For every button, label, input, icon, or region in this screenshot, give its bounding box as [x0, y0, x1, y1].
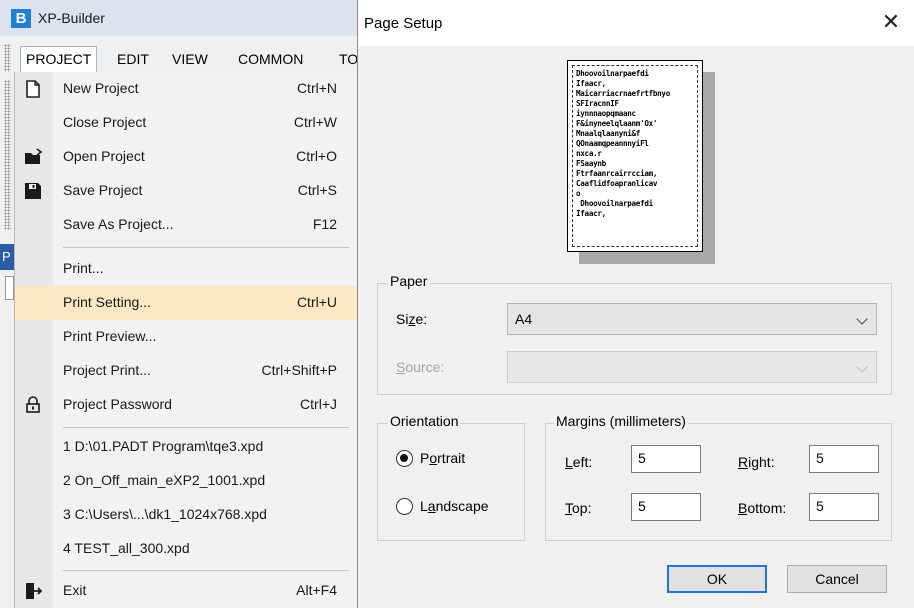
paper-group-label: Paper [388, 273, 430, 289]
orientation-group [377, 423, 525, 541]
menu-item-label: Project Print... [63, 362, 151, 378]
app-title: XP-Builder [38, 10, 105, 26]
dialog-title: Page Setup [364, 15, 443, 32]
menu-item-open-project[interactable]: Open Project Ctrl+O [15, 140, 357, 174]
menu-project[interactable]: PROJECT [20, 46, 98, 74]
menu-item-label: Open Project [63, 148, 145, 164]
paper-source-select[interactable] [507, 351, 877, 383]
top-margin-input[interactable]: 5 [631, 493, 701, 521]
open-folder-icon [25, 148, 43, 164]
menu-item-label: 2 On_Off_main_eXP2_1001.xpd [63, 472, 266, 488]
paper-size-value: A4 [515, 311, 533, 327]
menu-tools[interactable]: TO [337, 47, 357, 71]
menu-item-label: New Project [63, 80, 139, 96]
page-preview-sheet: Dhoovoilnarpaefdi Ifaacr, Maicarriacrnae… [567, 60, 703, 252]
menu-item-project-print[interactable]: Project Print... Ctrl+Shift+P [15, 354, 357, 388]
menu-item-label: Project Password [63, 396, 172, 412]
menu-item-label: 3 C:\Users\...\dk1_1024x768.xpd [63, 506, 267, 522]
menu-item-shortcut: Ctrl+J [300, 396, 337, 412]
menu-item-label: Exit [63, 582, 87, 598]
side-panel-tab[interactable] [5, 276, 14, 300]
paper-size-select[interactable]: A4 [507, 303, 877, 335]
source-label: Source: [396, 359, 445, 375]
xp-builder-logo-icon: B [11, 9, 31, 28]
chevron-down-icon [856, 361, 868, 373]
menu-item-save-as-project[interactable]: Save As Project... F12 [15, 208, 357, 242]
menu-item-shortcut: Ctrl+S [297, 182, 337, 198]
menu-item-label: Print Preview... [63, 328, 157, 344]
menu-item-shortcut: Alt+F4 [296, 582, 337, 598]
menu-item-print-setting[interactable]: Print Setting... Ctrl+U [15, 286, 357, 320]
dialog-titlebar: Page Setup ✕ [358, 0, 914, 46]
xp-builder-window: B XP-Builder PROJECT EDIT VIEW COMMON TO… [0, 0, 357, 608]
menu-item-recent-file-2[interactable]: 2 On_Off_main_eXP2_1001.xpd [15, 464, 357, 498]
right-margin-input[interactable]: 5 [809, 445, 879, 473]
page-setup-dialog: Page Setup ✕ Dhoovoilnarpaefdi Ifaacr, M… [357, 0, 914, 608]
menu-separator [63, 427, 349, 428]
menu-item-shortcut: Ctrl+O [296, 148, 337, 164]
exit-door-icon [26, 583, 43, 599]
cancel-button[interactable]: Cancel [787, 565, 887, 593]
left-margin-label: Left: [565, 454, 593, 470]
menu-item-project-password[interactable]: Project Password Ctrl+J [15, 388, 357, 422]
left-margin-input[interactable]: 5 [631, 445, 701, 473]
menu-item-shortcut: F12 [312, 216, 337, 232]
menu-separator [63, 570, 349, 571]
page-preview: Dhoovoilnarpaefdi Ifaacr, Maicarriacrnae… [567, 60, 715, 264]
margins-group [545, 423, 892, 541]
menu-item-exit[interactable]: Exit Alt+F4 [15, 574, 357, 608]
menu-item-save-project[interactable]: Save Project Ctrl+S [15, 174, 357, 208]
toolbar-grip-vertical[interactable] [4, 80, 11, 230]
bottom-margin-label: Bottom: [738, 500, 787, 516]
padlock-icon [26, 396, 40, 413]
orientation-group-label: Orientation [388, 413, 461, 429]
menu-item-label: 1 D:\01.PADT Program\tqe3.xpd [63, 438, 264, 454]
app-titlebar: B XP-Builder [0, 0, 357, 36]
close-icon[interactable]: ✕ [879, 10, 903, 34]
floppy-disk-icon [25, 183, 41, 199]
portrait-radio[interactable] [396, 450, 413, 467]
right-margin-label: Right: [738, 454, 775, 470]
menubar: PROJECT EDIT VIEW COMMON TO [0, 42, 357, 74]
menu-item-recent-file-3[interactable]: 3 C:\Users\...\dk1_1024x768.xpd [15, 498, 357, 532]
margins-group-label: Margins (millimeters) [554, 413, 688, 429]
menu-item-close-project[interactable]: Close Project Ctrl+W [15, 106, 357, 140]
menu-item-print[interactable]: Print... [15, 252, 357, 286]
landscape-radio[interactable] [396, 498, 413, 515]
ok-button[interactable]: OK [667, 565, 767, 593]
menu-item-shortcut: Ctrl+W [293, 114, 337, 130]
menu-item-new-project[interactable]: New Project Ctrl+N [15, 72, 357, 106]
menu-view[interactable]: VIEW [170, 47, 210, 71]
menu-common[interactable]: COMMON [236, 47, 305, 71]
toolbar-grip[interactable] [4, 44, 11, 72]
menu-item-label: Save As Project... [63, 216, 174, 232]
chevron-down-icon [856, 313, 868, 325]
portrait-label[interactable]: Portrait [420, 450, 465, 466]
bottom-margin-input[interactable]: 5 [809, 493, 879, 521]
menu-item-print-preview[interactable]: Print Preview... [15, 320, 357, 354]
size-label: Size: [396, 311, 428, 327]
menu-item-recent-file-4[interactable]: 4 TEST_all_300.xpd [15, 532, 357, 566]
menu-item-label: Print... [63, 260, 104, 276]
menu-item-shortcut: Ctrl+U [296, 294, 337, 310]
menu-item-recent-file-1[interactable]: 1 D:\01.PADT Program\tqe3.xpd [15, 430, 357, 464]
menu-item-label: 4 TEST_all_300.xpd [63, 540, 190, 556]
menu-item-label: Save Project [63, 182, 143, 198]
landscape-label[interactable]: Landscape [420, 498, 489, 514]
menu-edit[interactable]: EDIT [115, 47, 151, 71]
project-menu-dropdown: New Project Ctrl+N Close Project Ctrl+W … [14, 72, 357, 608]
side-panel-header: P [0, 244, 14, 270]
menu-item-label: Close Project [63, 114, 147, 130]
new-file-icon [26, 80, 40, 98]
top-margin-label: Top: [565, 500, 592, 516]
menu-item-shortcut: Ctrl+N [296, 80, 337, 96]
menu-item-label: Print Setting... [63, 294, 151, 310]
page-preview-text: Dhoovoilnarpaefdi Ifaacr, Maicarriacrnae… [572, 65, 698, 247]
menu-item-shortcut: Ctrl+Shift+P [261, 362, 337, 378]
menu-separator [63, 247, 349, 248]
